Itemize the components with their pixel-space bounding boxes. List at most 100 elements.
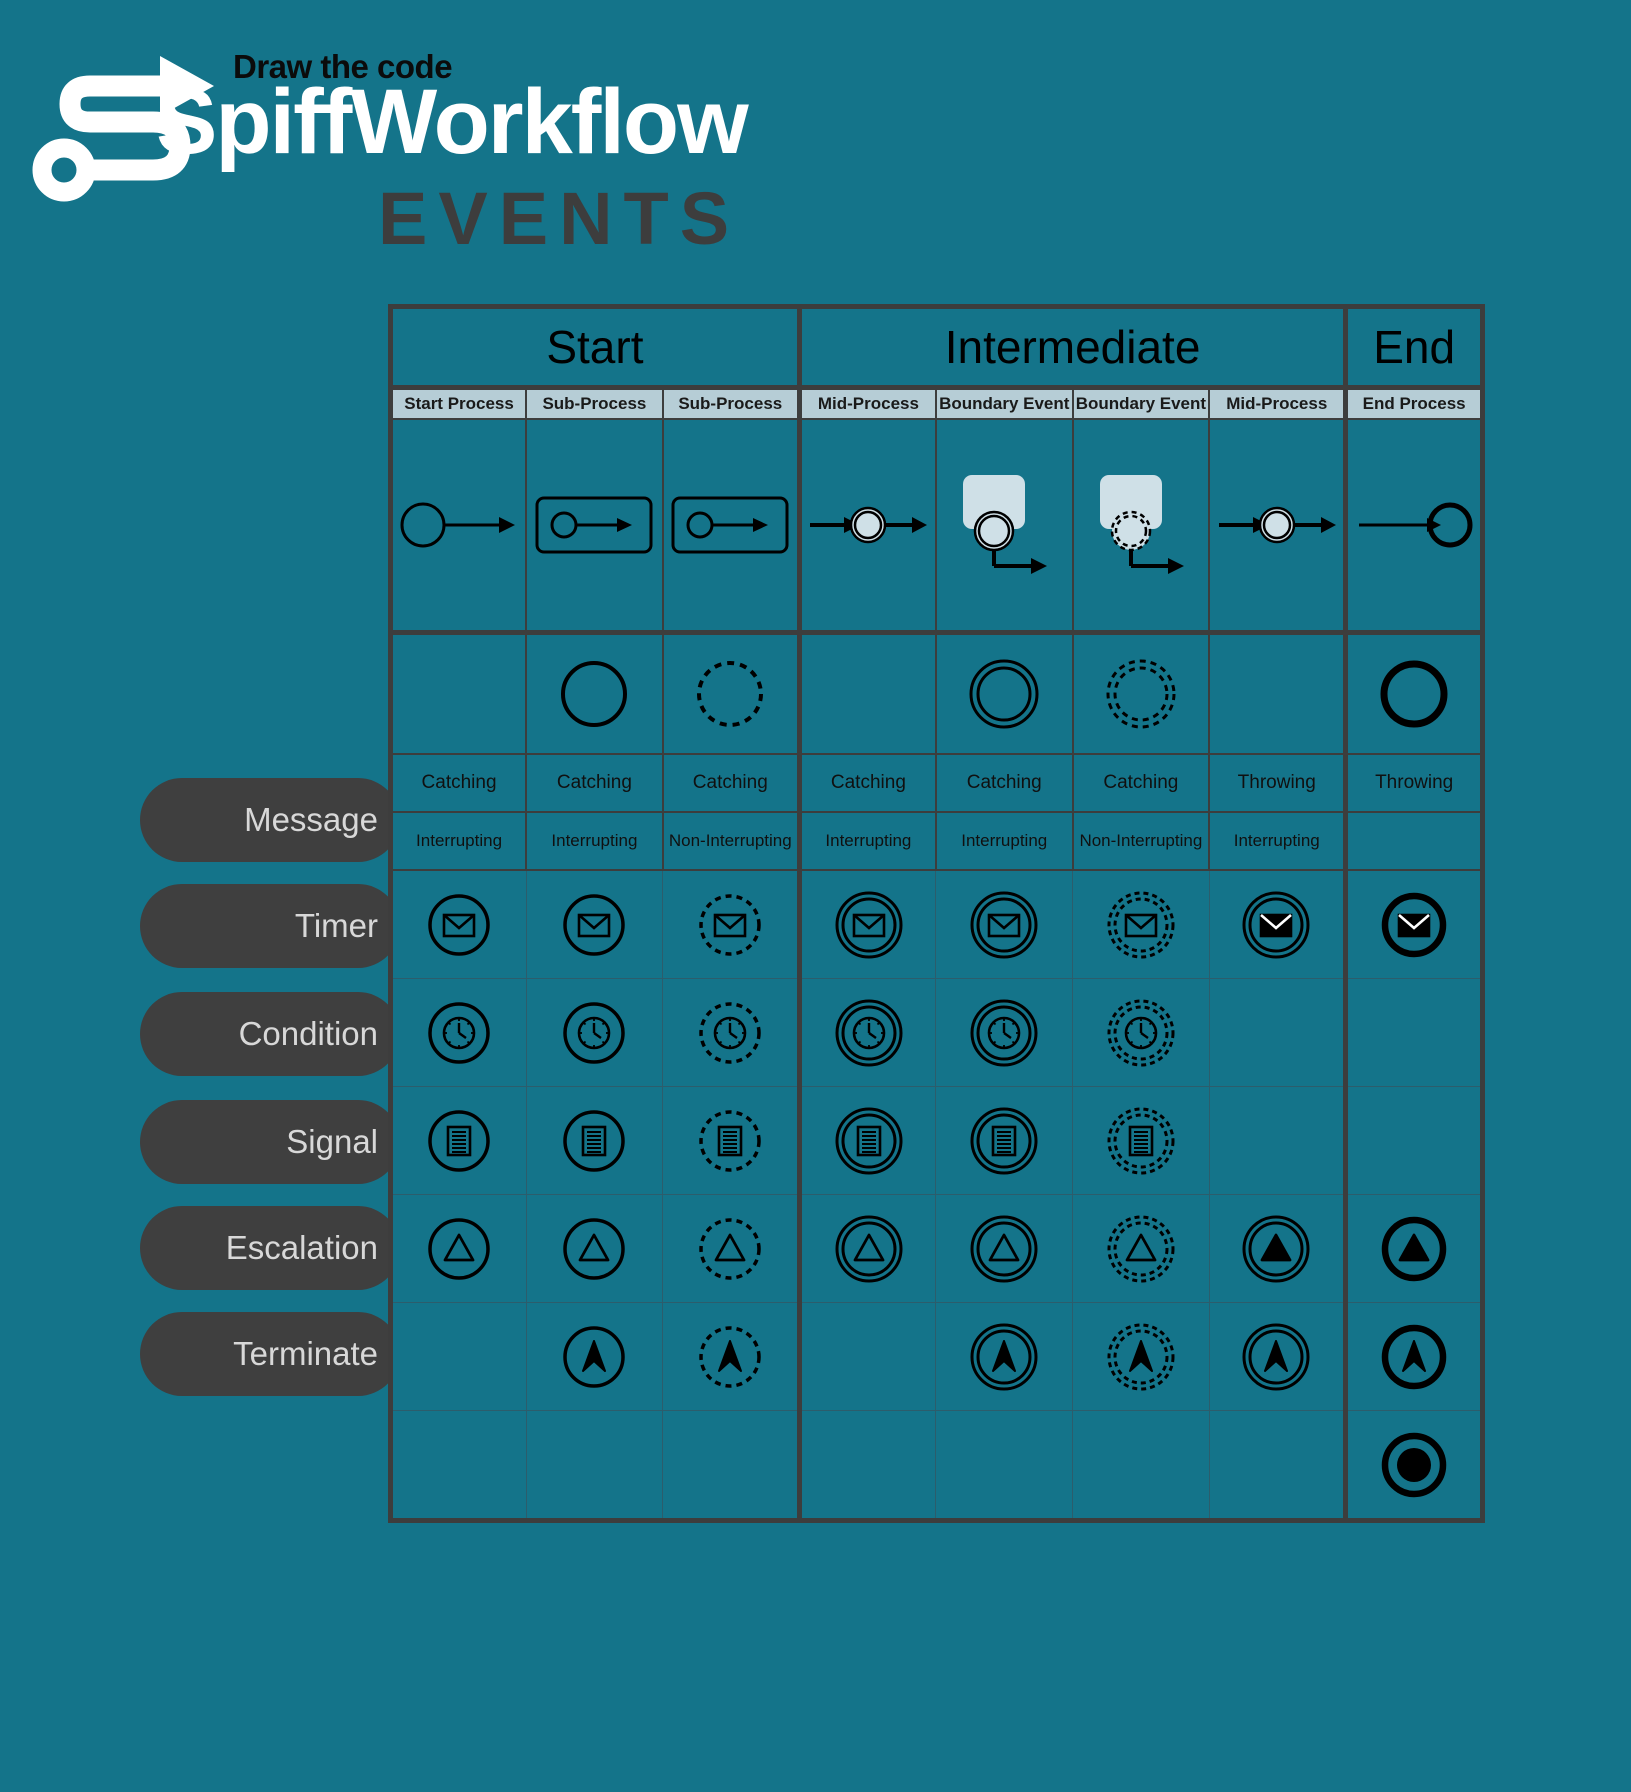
row-label-condition: Condition xyxy=(140,992,400,1076)
event-cell-empty xyxy=(1072,1410,1210,1523)
event-icon-condition-double-dashed xyxy=(1072,1086,1210,1195)
event-icon-message-single-solid xyxy=(525,869,664,979)
row-label-timer: Timer xyxy=(140,884,400,968)
event-icon-signal-single-solid xyxy=(388,1194,527,1303)
ring-style-thick-solid xyxy=(1343,631,1485,755)
row-label-text: Message xyxy=(244,801,378,838)
event-icon-timer-double-solid xyxy=(935,978,1074,1087)
event-icon-message-double-solid xyxy=(796,869,937,979)
catch-throw-cell: Throwing xyxy=(1343,753,1485,813)
ring-style-row xyxy=(388,631,1485,755)
sub-header-sub-process-1: Sub-Process xyxy=(525,386,664,420)
ring-style-single-dashed xyxy=(661,631,802,755)
sub-header-row: Start Process Sub-Process Sub-Process Mi… xyxy=(388,386,1485,420)
sub-header-start-process: Start Process xyxy=(388,386,528,420)
page-subtitle: EVENTS xyxy=(378,177,741,260)
event-icon-timer-single-solid xyxy=(525,978,664,1087)
sub-header-mid-process-1: Mid-Process xyxy=(796,386,937,420)
interrupt-cell: Interrupting xyxy=(1208,811,1349,871)
row-label-terminate: Terminate xyxy=(140,1312,400,1396)
catch-throw-cell: Catching xyxy=(525,753,664,813)
row-label-text: Signal xyxy=(286,1123,378,1160)
group-header-start: Start xyxy=(388,304,802,390)
event-icon-message-single-dashed xyxy=(662,869,802,979)
usage-mid-process-catching xyxy=(796,419,937,635)
event-row-terminate xyxy=(388,1410,1485,1523)
ring-style-single-solid xyxy=(525,631,664,755)
event-icon-escalation-double-dashed xyxy=(1072,1302,1210,1411)
row-label-message: Message xyxy=(140,778,400,862)
event-icon-signal-throw-thick-solid xyxy=(1343,1194,1485,1303)
event-icon-condition-single-solid xyxy=(525,1086,664,1195)
usage-start-event-to-task xyxy=(388,419,528,635)
ring-style-empty xyxy=(1208,631,1349,755)
catch-throw-cell: Catching xyxy=(796,753,937,813)
interrupt-cell: Interrupting xyxy=(796,811,937,871)
usage-subprocess-start-2 xyxy=(661,419,802,635)
row-label-text: Terminate xyxy=(233,1335,378,1372)
event-icon-message-throw-thick-solid xyxy=(1343,869,1485,979)
sub-header-sub-process-2: Sub-Process xyxy=(661,386,802,420)
event-cell-empty xyxy=(796,1410,937,1523)
ring-style-double-solid xyxy=(934,631,1074,755)
event-cell-empty xyxy=(525,1410,664,1523)
interrupt-cell xyxy=(1343,811,1485,871)
event-icon-escalation-single-dashed xyxy=(662,1302,802,1411)
row-label-signal: Signal xyxy=(140,1100,400,1184)
row-label-text: Escalation xyxy=(225,1229,378,1266)
event-icon-signal-double-solid xyxy=(935,1194,1074,1303)
row-label-escalation: Escalation xyxy=(140,1206,400,1290)
event-cell-empty xyxy=(796,1302,937,1411)
sub-header-boundary-1: Boundary Event xyxy=(934,386,1074,420)
row-label-text: Condition xyxy=(238,1015,378,1052)
event-cell-empty xyxy=(1208,1410,1349,1523)
event-icon-escalation-single-solid xyxy=(525,1302,664,1411)
catching-throwing-row: Catching Catching Catching Catching Catc… xyxy=(388,753,1485,813)
event-row-escalation xyxy=(388,1302,1485,1411)
event-cell-empty xyxy=(1208,1086,1349,1195)
sub-header-boundary-2: Boundary Event xyxy=(1071,386,1211,420)
event-icon-timer-double-solid xyxy=(796,978,937,1087)
ring-style-empty xyxy=(388,631,528,755)
event-row-signal xyxy=(388,1194,1485,1303)
sub-header-end-process: End Process xyxy=(1343,386,1485,420)
event-icon-message-throw-double-solid xyxy=(1208,869,1349,979)
sub-header-mid-process-2: Mid-Process xyxy=(1208,386,1349,420)
event-icon-message-double-solid xyxy=(935,869,1074,979)
event-icon-condition-double-solid xyxy=(935,1086,1074,1195)
event-icon-message-double-dashed xyxy=(1072,869,1210,979)
group-header-end: End xyxy=(1343,304,1485,390)
event-icon-timer-double-dashed xyxy=(1072,978,1210,1087)
event-icon-signal-single-dashed xyxy=(662,1194,802,1303)
event-icon-escalation-double-solid xyxy=(935,1302,1074,1411)
event-cell-empty xyxy=(1208,978,1349,1087)
event-cell-empty xyxy=(388,1302,527,1411)
event-icon-timer-single-solid xyxy=(388,978,527,1087)
group-header-row: Start Intermediate End xyxy=(388,304,1485,390)
catch-throw-cell: Catching xyxy=(1071,753,1211,813)
event-icon-condition-double-solid xyxy=(796,1086,937,1195)
group-header-intermediate: Intermediate xyxy=(796,304,1349,390)
event-icon-terminate-throw-thick-solid xyxy=(1343,1410,1485,1523)
ring-style-double-dashed xyxy=(1071,631,1211,755)
catch-throw-cell: Catching xyxy=(388,753,528,813)
interrupt-cell: Interrupting xyxy=(934,811,1074,871)
event-icon-condition-single-dashed xyxy=(662,1086,802,1195)
event-cell-empty xyxy=(935,1410,1074,1523)
catch-throw-cell: Throwing xyxy=(1208,753,1349,813)
usage-boundary-interrupting xyxy=(934,419,1074,635)
interrupt-cell: Interrupting xyxy=(388,811,528,871)
interrupting-row: Interrupting Interrupting Non-Interrupti… xyxy=(388,811,1485,871)
usage-boundary-non-interrupting xyxy=(1071,419,1211,635)
event-cell-empty xyxy=(662,1410,802,1523)
event-icon-escalation-throw-double-solid xyxy=(1208,1302,1349,1411)
usage-diagram-row xyxy=(388,419,1485,635)
event-icon-condition-single-solid xyxy=(388,1086,527,1195)
usage-subprocess-start-1 xyxy=(525,419,664,635)
event-cell-empty xyxy=(1343,978,1485,1087)
logo-wordmark: SpiffWorkflow xyxy=(156,71,749,173)
event-icon-timer-single-dashed xyxy=(662,978,802,1087)
event-icon-message-single-solid xyxy=(388,869,527,979)
row-label-text: Timer xyxy=(294,907,378,944)
ring-style-empty xyxy=(796,631,937,755)
